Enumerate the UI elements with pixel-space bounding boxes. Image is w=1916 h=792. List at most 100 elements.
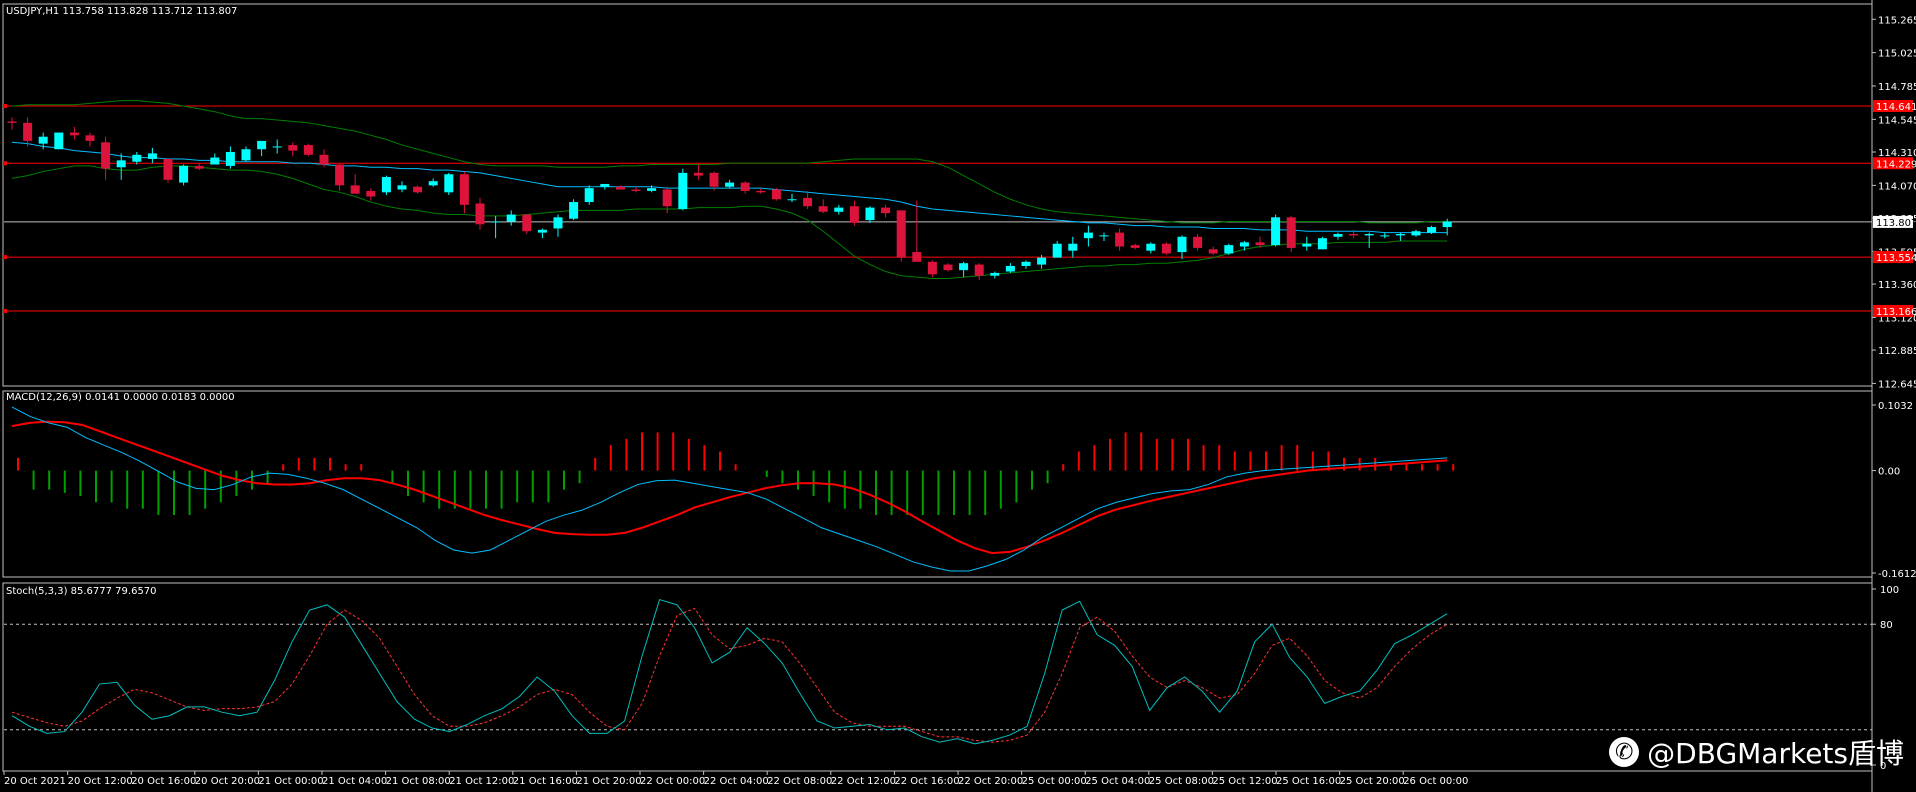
candle-body [444, 174, 454, 193]
time-tick-label: 26 Oct 00:00 [1403, 776, 1468, 787]
line-price-label: 114.229 [1876, 159, 1916, 170]
candle-body [834, 207, 844, 212]
price-tick-label: 112.645 [1878, 379, 1916, 390]
time-tick-label: 22 Oct 20:00 [958, 776, 1023, 787]
candle-body [101, 142, 111, 169]
candle-body [787, 199, 797, 201]
line-anchor [3, 255, 7, 260]
time-tick-label: 25 Oct 08:00 [1149, 776, 1214, 787]
candle-body [54, 132, 64, 150]
time-tick-label: 21 Oct 12:00 [449, 776, 514, 787]
candle-body [522, 214, 532, 232]
candle-body [7, 121, 17, 123]
candle-body [771, 189, 781, 200]
candle-body [163, 158, 173, 180]
candle-body [132, 154, 142, 162]
candle-body [1302, 243, 1312, 247]
line-anchor [3, 104, 7, 108]
candle-body [740, 182, 750, 191]
line-price-label: 113.166 [1876, 307, 1916, 318]
candle-body [756, 190, 766, 193]
candle-body [303, 145, 313, 155]
candle-body [366, 190, 376, 197]
candle-body [1037, 257, 1047, 265]
candle-body [615, 186, 625, 190]
watermark-text: @DBGMarkets盾博 [1647, 737, 1904, 770]
time-tick-label: 21 Oct 04:00 [322, 776, 387, 787]
time-tick-label: 22 Oct 12:00 [831, 776, 896, 787]
candle-body [662, 189, 672, 207]
time-tick-label: 25 Oct 00:00 [1022, 776, 1087, 787]
line-price-label: 113.554 [1876, 253, 1916, 264]
candle-body [1427, 227, 1437, 233]
candle-body [85, 135, 95, 141]
price-tick-label: 114.545 [1878, 115, 1916, 126]
candle-body [725, 182, 735, 187]
candle-body [1380, 235, 1390, 237]
macd-tick-label: 0.1032 [1878, 401, 1913, 412]
candle-body [288, 145, 298, 151]
time-tick-label: 25 Oct 16:00 [1276, 776, 1341, 787]
time-tick-label: 25 Oct 20:00 [1340, 776, 1405, 787]
candle-body [693, 172, 703, 176]
candle-body [569, 202, 579, 219]
candle-body [1021, 261, 1031, 266]
candle-body [631, 189, 641, 191]
line-anchor [3, 161, 7, 166]
candle-body [69, 132, 79, 136]
candle-body [428, 181, 438, 186]
time-tick-label: 25 Oct 04:00 [1085, 776, 1150, 787]
macd-tick-label: -0.1612 [1878, 569, 1916, 580]
candle-body [803, 197, 813, 207]
price-tick-label: 112.885 [1878, 346, 1916, 357]
candle-body [1146, 243, 1156, 251]
candle-body [210, 157, 220, 165]
candle-body [1208, 249, 1218, 254]
candle-body [1317, 238, 1327, 250]
candle-body [491, 221, 501, 223]
candle-body [943, 264, 953, 271]
candle-body [1083, 232, 1093, 239]
candle-body [1161, 243, 1171, 254]
candle-body [849, 206, 859, 223]
weibo-icon: ✆ [1609, 737, 1640, 767]
candle-body [818, 206, 828, 212]
line-anchor [3, 309, 7, 313]
price-tick-label: 113.360 [1878, 280, 1916, 291]
candle-body [1411, 231, 1421, 236]
candle-body [1255, 242, 1265, 246]
candle-body [896, 210, 906, 258]
candle-body [459, 174, 469, 205]
stoch-tick-label: 80 [1880, 620, 1893, 631]
time-tick-label: 20 Oct 16:00 [131, 776, 196, 787]
time-tick-label: 21 Oct 20:00 [576, 776, 641, 787]
time-tick-label: 22 Oct 08:00 [767, 776, 832, 787]
macd-tick-label: 0.00 [1878, 467, 1900, 478]
candle-body [475, 203, 485, 225]
candle-body [927, 261, 937, 275]
watermark: ✆ @DBGMarkets盾博 [1609, 732, 1904, 772]
candle-body [881, 207, 891, 214]
candle-body [912, 252, 922, 262]
candle-body [147, 153, 157, 159]
candle-body [600, 183, 610, 187]
candle-body [1115, 232, 1125, 247]
candle-body [1239, 242, 1249, 247]
time-tick-label: 21 Oct 00:00 [258, 776, 323, 787]
candle-body [678, 172, 688, 209]
candle-body [397, 185, 407, 190]
time-tick-label: 22 Oct 04:00 [704, 776, 769, 787]
candle-body [1286, 217, 1296, 248]
candle-body [381, 177, 391, 193]
price-pane-title: USDJPY,H1 113.758 113.828 113.712 113.80… [6, 6, 237, 17]
candle-body [506, 214, 516, 222]
price-tick-label: 115.265 [1878, 15, 1916, 26]
candle-body [647, 188, 657, 191]
candle-body [1099, 235, 1109, 237]
price-tick-label: 115.025 [1878, 49, 1916, 60]
candle-body [537, 229, 547, 233]
candle-body [241, 149, 251, 161]
stoch-tick-label: 100 [1880, 585, 1899, 596]
candle-body [116, 160, 126, 168]
candle-body [272, 146, 282, 148]
